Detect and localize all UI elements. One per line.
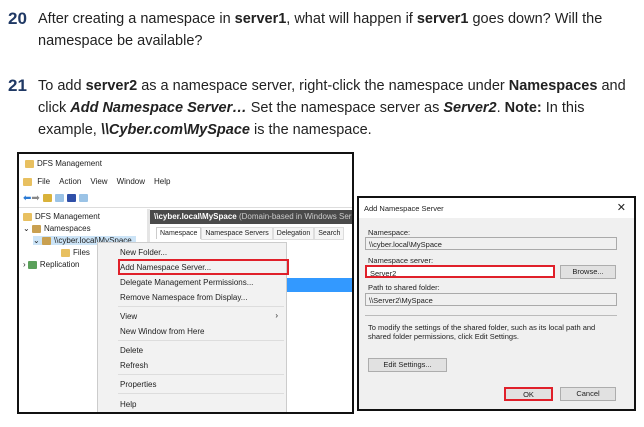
menu-new-window[interactable]: New Window from Here — [120, 327, 204, 336]
edit-settings-button[interactable]: Edit Settings... — [368, 358, 447, 372]
question-number: 20 — [8, 9, 27, 28]
menu-remove-namespace[interactable]: Remove Namespace from Display... — [120, 293, 247, 302]
ok-button[interactable]: OK — [504, 387, 553, 401]
dfs-icon — [23, 212, 32, 221]
divider — [365, 315, 617, 316]
title-text: DFS Management — [37, 159, 102, 168]
menu-refresh[interactable]: Refresh — [120, 361, 148, 370]
menu-view[interactable]: View — [120, 312, 137, 321]
tree-files[interactable]: Files — [61, 248, 90, 257]
text: server2 — [85, 78, 138, 94]
text: Server2 — [443, 100, 497, 116]
tab-delegation[interactable]: Delegation — [272, 227, 315, 240]
dfs-management-window: DFS Management File Action View Window Help … — [17, 152, 354, 414]
context-menu: New Folder... Add Namespace Server... De… — [97, 242, 289, 412]
label: Files — [73, 248, 90, 257]
replication-icon — [27, 260, 37, 269]
server-label: Namespace server: — [368, 256, 434, 265]
menu-file[interactable]: File — [37, 177, 50, 186]
text: Add Namespace Server… — [70, 100, 247, 116]
tab-namespace[interactable]: Namespace — [156, 227, 202, 239]
browse-button[interactable]: Browse... — [560, 265, 616, 279]
path: \\cyber.local\MySpace — [154, 212, 237, 221]
label: Replication — [39, 260, 80, 269]
menu-delegate-permissions[interactable]: Delegate Management Permissions... — [120, 278, 253, 287]
folder-icon — [61, 248, 70, 257]
question-20: 20 After creating a namespace in server1… — [8, 8, 638, 52]
dfs-icon — [25, 159, 34, 168]
text: , what will happen if — [286, 11, 417, 27]
namespace-icon — [41, 236, 51, 245]
tab-namespace-servers[interactable]: Namespace Servers — [201, 227, 273, 240]
menu-properties[interactable]: Properties — [120, 380, 156, 389]
menu-action[interactable]: Action — [59, 177, 81, 186]
type: (Domain-based in Windows Ser — [238, 212, 352, 221]
selected-row[interactable] — [284, 278, 352, 292]
tree-replication[interactable]: › Replication — [23, 260, 79, 269]
text: To add — [38, 78, 86, 94]
app-icon — [23, 177, 32, 186]
action-pane-icon[interactable] — [78, 194, 88, 203]
text: Namespaces — [508, 78, 598, 94]
namespace-server-input[interactable]: Server2 — [365, 265, 555, 278]
menu-help[interactable]: Help — [120, 400, 136, 409]
path-field: \\Server2\MySpace — [365, 293, 617, 306]
text: Note: — [504, 100, 542, 116]
namespaces-icon — [31, 224, 41, 233]
question-21: 21 To add server2 as a namespace server,… — [8, 75, 628, 141]
menu-bar: File Action View Window Help — [23, 177, 170, 186]
tree-namespaces[interactable]: ⌄ Namespaces — [23, 224, 91, 233]
info-text: To modify the settings of the shared fol… — [368, 323, 596, 341]
help-icon[interactable] — [66, 194, 76, 203]
menu-view[interactable]: View — [90, 177, 107, 186]
tree-dfs-management[interactable]: DFS Management — [23, 212, 100, 221]
text: Set the namespace server as — [246, 100, 444, 116]
tab-search[interactable]: Search — [314, 227, 345, 240]
menu-window[interactable]: Window — [117, 177, 145, 186]
cancel-button[interactable]: Cancel — [560, 387, 616, 401]
namespace-field: \\cyber.local\MySpace — [365, 237, 617, 250]
tab-strip: Namespace Namespace Servers Delegation Sear… — [156, 227, 345, 240]
up-folder-icon[interactable] — [42, 194, 52, 203]
menu-help[interactable]: Help — [154, 177, 170, 186]
window-title: DFS Management — [25, 159, 102, 168]
namespace-label: Namespace: — [368, 228, 411, 237]
path-label: Path to shared folder: — [368, 283, 440, 292]
menu-delete[interactable]: Delete — [120, 346, 143, 355]
forward-icon[interactable]: ➡ — [31, 193, 39, 204]
close-icon[interactable]: ✕ — [617, 201, 626, 214]
menu-add-namespace-server[interactable]: Add Namespace Server... — [120, 263, 211, 272]
label: Namespaces — [43, 224, 91, 233]
submenu-arrow-icon: › — [275, 311, 278, 320]
add-namespace-server-dialog: Add Namespace Server ✕ Namespace: \\cybe… — [357, 196, 636, 411]
pane-header: \\cyber.local\MySpace (Domain-based in W… — [150, 210, 352, 224]
toolbar: ⬅➡ — [23, 193, 91, 204]
text: . — [496, 100, 505, 116]
menu-new-folder[interactable]: New Folder... — [120, 248, 167, 257]
text: \\Cyber.com\MySpace — [100, 122, 250, 138]
text: as a namespace server, right-click the n… — [137, 78, 509, 94]
text: is the namespace. — [249, 122, 372, 138]
show-hide-tree-icon[interactable] — [54, 194, 64, 203]
question-number: 21 — [8, 76, 27, 95]
label: DFS Management — [35, 212, 100, 221]
text: server1 — [416, 11, 469, 27]
text: server1 — [234, 11, 287, 27]
dialog-title: Add Namespace Server — [364, 204, 444, 213]
text: After creating a namespace in — [38, 11, 235, 27]
